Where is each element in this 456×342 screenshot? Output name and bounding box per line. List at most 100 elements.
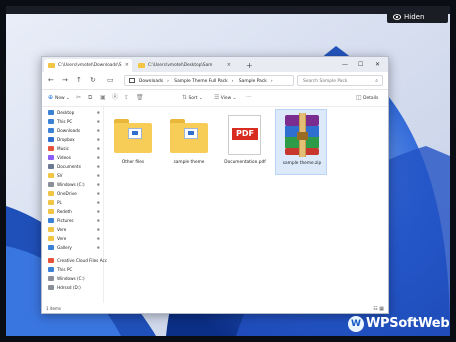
sidebar-item[interactable]: Music ✱	[45, 144, 101, 153]
pin-icon[interactable]: ✱	[97, 216, 100, 225]
sidebar-item[interactable]: Windows (C:)	[45, 274, 101, 283]
pin-icon[interactable]: ✱	[97, 198, 100, 207]
sidebar-item-label: Windows (C:)	[57, 182, 85, 187]
pin-icon[interactable]: ✱	[97, 234, 100, 243]
sidebar-item-label: Downloads	[57, 128, 80, 133]
pin-icon[interactable]: ✱	[97, 153, 100, 162]
sidebar-item-label: This PC	[57, 267, 73, 272]
sidebar-item[interactable]: Vere ✱	[45, 225, 101, 234]
close-window-icon[interactable]: ✕	[375, 57, 380, 72]
sidebar-item[interactable]: Gallery ✱	[45, 243, 101, 252]
gallery-icon	[48, 245, 54, 250]
sidebar-item[interactable]: This PC	[45, 265, 101, 274]
sidebar-item-label: This PC	[57, 119, 73, 124]
file-item-sample-theme[interactable]: sample theme	[163, 109, 215, 175]
view-toggle-icon[interactable]: ☷ ▦	[373, 305, 384, 313]
view-label: View	[220, 96, 232, 101]
folder-icon	[138, 63, 145, 68]
folder-icon	[48, 227, 54, 232]
sidebar-item[interactable]: Windows (C:) ✱	[45, 180, 101, 189]
sidebar-item[interactable]: Vere ✱	[45, 234, 101, 243]
folder-icon	[114, 119, 152, 153]
file-item-documentation-pdf[interactable]: PDF Documentation.pdf	[219, 109, 271, 175]
pin-icon[interactable]: ✱	[97, 171, 100, 180]
address-bar[interactable]: Downloads › Sample Theme Full Pack › Sampl…	[124, 75, 294, 86]
document-icon	[48, 164, 54, 169]
pin-icon[interactable]: ✱	[97, 180, 100, 189]
pin-icon[interactable]: ✱	[97, 189, 100, 198]
pin-icon[interactable]: ✱	[97, 144, 100, 153]
sidebar-item[interactable]: PL ✱	[45, 198, 101, 207]
details-label: Details	[363, 96, 379, 101]
status-text: 1 items	[46, 306, 61, 311]
sidebar-item[interactable]: Hdrssd (D:)	[45, 283, 101, 292]
sidebar-item[interactable]: Redeth ✱	[45, 207, 101, 216]
pin-icon[interactable]: ✱	[97, 243, 100, 252]
sidebar-item[interactable]: SV ✱	[45, 171, 101, 180]
share-icon: ⇪	[124, 94, 130, 101]
sidebar-item[interactable]: Dropbox ✱	[45, 135, 101, 144]
minimize-icon[interactable]: —	[342, 57, 348, 72]
sidebar-item-label: Gallery	[57, 245, 72, 250]
watermark-logo: W WPSoftWeb	[348, 315, 452, 333]
eye-icon	[393, 14, 401, 20]
breadcrumb-theme-pack[interactable]: Sample Theme Full Pack	[174, 79, 227, 84]
watermark-text: WPSoftWeb	[366, 316, 450, 331]
sidebar-item[interactable]: Desktop ✱	[45, 108, 101, 117]
file-name: sample theme.zip	[282, 161, 322, 166]
new-label: New	[55, 96, 65, 101]
pin-icon[interactable]: ✱	[97, 225, 100, 234]
pin-icon[interactable]: ✱	[97, 117, 100, 126]
file-explorer-window: C:\Users\vmotel\Downloads\S × C:\Users\v…	[41, 56, 389, 314]
sort-icon: ⇅	[182, 94, 188, 101]
new-tab-icon[interactable]: +	[246, 59, 253, 72]
back-icon[interactable]: ←	[48, 76, 54, 85]
sidebar-item[interactable]: This PC ✱	[45, 117, 101, 126]
pin-icon[interactable]: ✱	[97, 126, 100, 135]
file-item-other-files[interactable]: Other files	[107, 109, 159, 175]
pin-icon[interactable]: ✱	[97, 108, 100, 117]
close-tab-icon[interactable]: ×	[227, 59, 231, 72]
view-icon: ☰	[214, 94, 220, 101]
video-icon	[48, 155, 54, 160]
details-pane-icon: ◫	[356, 94, 362, 101]
sidebar-item[interactable]: Creative Cloud Files Acc	[45, 256, 107, 265]
sidebar-item-label: Vere	[57, 236, 67, 241]
search-input[interactable]: Search Sample Pack ⌕	[297, 75, 383, 86]
sidebar-item-label: Music	[57, 146, 69, 151]
navigation-bar: ← → ↑ ↻ ▭ Downloads › Sample Theme Full P…	[42, 72, 388, 90]
sidebar-item[interactable]: Documents ✱	[45, 162, 101, 171]
hide-button[interactable]: Hiden	[387, 11, 448, 23]
wp-logo-icon: W	[348, 316, 364, 332]
maximize-icon[interactable]: ☐	[358, 57, 363, 72]
sidebar-item-label: PL	[57, 200, 62, 205]
sidebar-item[interactable]: Videos ✱	[45, 153, 101, 162]
computer-icon[interactable]: ▭	[107, 76, 114, 85]
folder-icon	[48, 200, 54, 205]
sidebar-item-label: Pictures	[57, 218, 74, 223]
forward-icon[interactable]: →	[62, 76, 68, 85]
breadcrumb-sample-pack[interactable]: Sample Pack	[239, 79, 267, 84]
close-tab-icon[interactable]: ×	[125, 59, 129, 72]
search-placeholder: Search Sample Pack	[303, 79, 348, 84]
up-icon[interactable]: ↑	[76, 76, 82, 85]
picture-icon	[48, 218, 54, 223]
tab-downloads[interactable]: C:\Users\vmotel\Downloads\S ×	[44, 59, 132, 72]
computer-icon	[48, 119, 54, 124]
refresh-icon[interactable]: ↻	[90, 76, 96, 85]
pin-icon[interactable]: ✱	[97, 135, 100, 144]
breadcrumb-downloads[interactable]: Downloads	[139, 79, 163, 84]
drive-icon	[48, 285, 54, 290]
sidebar-item[interactable]: Pictures ✱	[45, 216, 101, 225]
sidebar-item[interactable]: Downloads ✱	[45, 126, 101, 135]
sidebar-item-label: Windows (C:)	[57, 276, 85, 281]
pin-icon[interactable]: ✱	[97, 162, 100, 171]
sidebar-item-label: Desktop	[57, 110, 75, 115]
tab-desktop[interactable]: C:\Users\vmotel\Desktop\Sam ×	[134, 59, 234, 72]
hide-button-label: Hiden	[404, 13, 425, 21]
file-item-sample-theme-zip[interactable]: sample theme.zip	[275, 109, 327, 175]
pin-icon[interactable]: ✱	[97, 207, 100, 216]
folder-icon	[48, 63, 55, 68]
delete-icon: 🗑	[136, 94, 144, 101]
sidebar-item[interactable]: OneDrive ✱	[45, 189, 101, 198]
